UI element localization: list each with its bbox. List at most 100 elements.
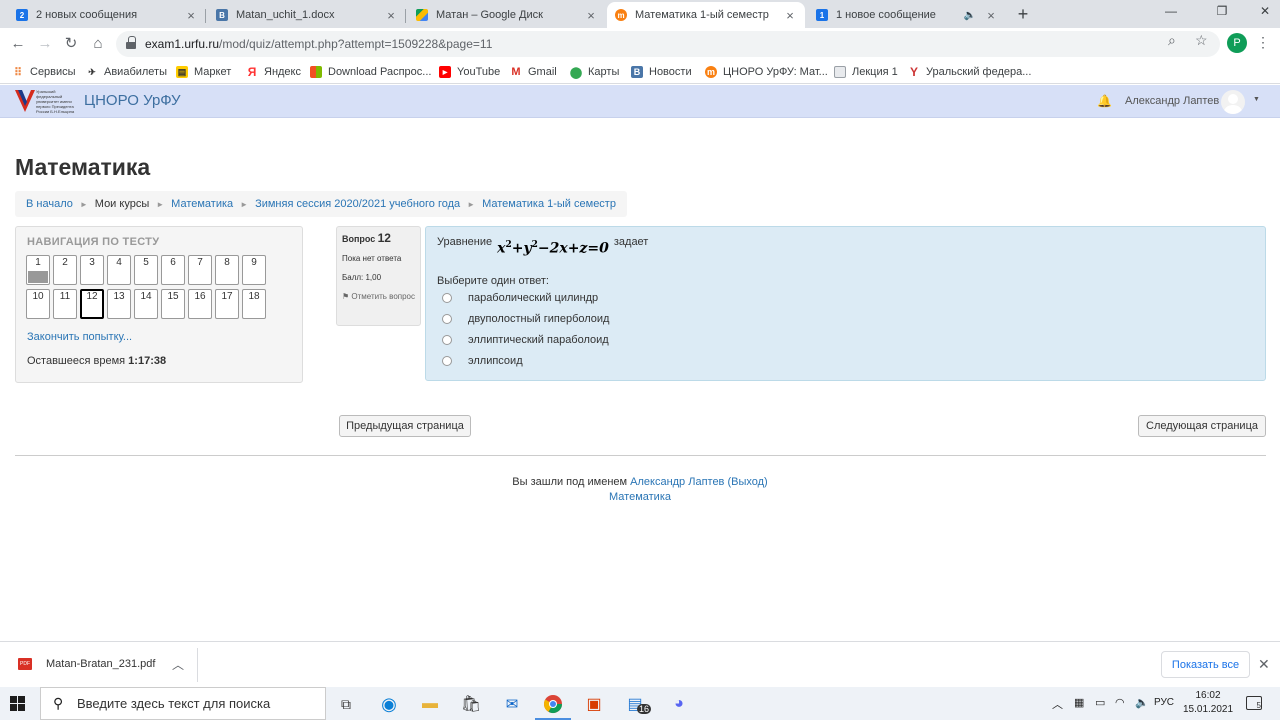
bookmark-download[interactable]: Download Распрос... (310, 64, 431, 80)
breadcrumb-course[interactable]: Математика 1-ый семестр (482, 198, 616, 210)
menu-kebab-icon[interactable]: ⋮ (1256, 34, 1270, 51)
notification-bell-icon[interactable]: 🔔 (1097, 94, 1112, 108)
answer-option[interactable]: эллиптический параболоид (442, 332, 609, 348)
minimize-icon[interactable]: — (1161, 4, 1181, 18)
chevron-up-icon[interactable]: ︿ (172, 656, 184, 673)
lock-icon[interactable] (126, 36, 136, 49)
bookmark-yandex[interactable]: Я Яндекс (246, 64, 301, 80)
browser-tab-active[interactable]: m Математика 1-ый семестр × (607, 2, 805, 28)
radio-button[interactable] (442, 335, 452, 345)
show-all-downloads-button[interactable]: Показать все (1161, 651, 1250, 678)
breadcrumb-math[interactable]: Математика (171, 198, 233, 210)
wifi-icon[interactable]: ◠ (1115, 696, 1125, 709)
previous-page-button[interactable]: Предыдущая страница (339, 415, 471, 437)
bookmark-lecture[interactable]: Лекция 1 (834, 64, 898, 80)
new-tab-button[interactable]: + (1013, 4, 1033, 24)
address-bar[interactable]: exam1.urfu.ru/mod/quiz/attempt.php?attem… (116, 31, 1220, 57)
logout-link[interactable]: (Выход) (727, 476, 767, 488)
restore-icon[interactable]: ❐ (1212, 4, 1232, 18)
quiz-nav-button[interactable]: 14 (134, 289, 158, 319)
tray-chevron-icon[interactable]: ︿ (1052, 696, 1063, 712)
quiz-nav-button[interactable]: 7 (188, 255, 212, 285)
close-tab-icon[interactable]: × (984, 8, 998, 23)
bookmark-cnoro[interactable]: m ЦНОРО УрФУ: Мат... (705, 64, 828, 80)
quiz-nav-button[interactable]: 5 (134, 255, 158, 285)
browser-tab[interactable]: 1 1 новое сообщение 🔈 × (808, 2, 1006, 28)
radio-button[interactable] (442, 356, 452, 366)
close-tab-icon[interactable]: × (384, 8, 398, 23)
bookmark-youtube[interactable]: ▶ YouTube (439, 64, 500, 80)
close-tab-icon[interactable]: × (184, 8, 198, 23)
urfu-logo-icon[interactable] (15, 88, 35, 114)
bookmark-news[interactable]: В Новости (631, 64, 692, 80)
chevron-down-icon[interactable]: ▼ (1253, 96, 1260, 103)
quiz-nav-button[interactable]: 17 (215, 289, 239, 319)
next-page-button[interactable]: Следующая страница (1138, 415, 1266, 437)
footer-course-link[interactable]: Математика (609, 491, 671, 503)
breadcrumb-home[interactable]: В начало (26, 198, 73, 210)
zoom-icon[interactable]: ⌕ (1168, 32, 1176, 49)
quiz-nav-button[interactable]: 10 (26, 289, 50, 319)
quiz-nav-button[interactable]: 15 (161, 289, 185, 319)
back-arrow-icon[interactable]: ← (8, 34, 28, 54)
quiz-nav-button[interactable]: 2 (53, 255, 77, 285)
notification-center-icon[interactable]: 5 (1246, 696, 1262, 710)
quiz-nav-button[interactable]: 1 (26, 255, 50, 285)
office-icon[interactable]: ▣ (582, 692, 606, 716)
radio-button[interactable] (442, 293, 452, 303)
battery-icon[interactable]: ▭ (1095, 696, 1105, 709)
quiz-nav-button-current[interactable]: 12 (80, 289, 104, 319)
home-icon[interactable]: ⌂ (88, 34, 108, 54)
quiz-nav-button[interactable]: 4 (107, 255, 131, 285)
taskbar-clock[interactable]: 16:02 15.01.2021 (1183, 689, 1233, 717)
radio-button[interactable] (442, 314, 452, 324)
browser-tab[interactable]: 2 2 новых сообщения × (8, 2, 206, 28)
bookmark-maps[interactable]: ⬤ Карты (570, 64, 620, 80)
answer-option[interactable]: эллипсоид (442, 353, 523, 369)
user-name[interactable]: Александр Лаптев (1125, 95, 1219, 107)
taskbar-search-input[interactable]: ⚲ Введите здесь текст для поиска (40, 687, 326, 720)
reload-icon[interactable]: ↻ (61, 34, 81, 54)
bookmark-star-icon[interactable]: ☆ (1195, 32, 1208, 49)
quiz-nav-button[interactable]: 13 (107, 289, 131, 319)
download-item[interactable]: PDF Matan-Bratan_231.pdf (12, 650, 155, 678)
quiz-nav-button[interactable]: 3 (80, 255, 104, 285)
answer-option[interactable]: двуполостный гиперболоид (442, 311, 609, 327)
chrome-icon[interactable] (541, 692, 565, 716)
file-explorer-icon[interactable]: ▬ (418, 692, 442, 716)
store-icon[interactable]: 🛍 (459, 692, 483, 716)
bookmark-flights[interactable]: ✈ Авиабилеты (86, 64, 167, 80)
footer-user-link[interactable]: Александр Лаптев (630, 476, 724, 488)
quiz-nav-button[interactable]: 8 (215, 255, 239, 285)
input-language[interactable]: РУС (1154, 697, 1174, 708)
profile-avatar[interactable]: P (1227, 33, 1247, 53)
answer-option[interactable]: параболический цилиндр (442, 290, 598, 306)
forward-arrow-icon[interactable]: → (35, 34, 55, 54)
quiz-nav-button[interactable]: 11 (53, 289, 77, 319)
bookmark-gmail[interactable]: M Gmail (510, 64, 556, 80)
quiz-nav-button[interactable]: 18 (242, 289, 266, 319)
quiz-nav-button[interactable]: 6 (161, 255, 185, 285)
discord-icon[interactable]: ◕ (667, 692, 691, 716)
tray-app-icon[interactable]: ▦ (1074, 696, 1084, 709)
mail-icon[interactable]: ✉ (500, 692, 524, 716)
bookmark-services[interactable]: ⠿ Сервисы (12, 64, 76, 80)
bookmark-urfu[interactable]: Y Уральский федера... (908, 64, 1031, 80)
close-tab-icon[interactable]: × (783, 8, 797, 23)
volume-icon[interactable]: 🔈 (1135, 696, 1149, 709)
finish-attempt-link[interactable]: Закончить попытку... (27, 331, 132, 343)
user-avatar[interactable] (1221, 90, 1245, 114)
quiz-nav-button[interactable]: 16 (188, 289, 212, 319)
browser-tab[interactable]: Матан – Google Диск × (408, 2, 606, 28)
windows-start-icon[interactable] (10, 696, 25, 711)
close-download-bar-icon[interactable]: ✕ (1258, 656, 1270, 673)
documents-icon[interactable]: ▤ 16 (623, 692, 652, 716)
browser-tab[interactable]: В Matan_uchit_1.docx × (208, 2, 406, 28)
site-name[interactable]: ЦНОРО УрФУ (84, 92, 181, 109)
bookmark-market[interactable]: ▤ Маркет (176, 64, 231, 80)
close-tab-icon[interactable]: × (584, 8, 598, 23)
close-window-icon[interactable]: ✕ (1255, 4, 1275, 18)
quiz-nav-button[interactable]: 9 (242, 255, 266, 285)
edge-icon[interactable]: ◉ (377, 692, 401, 716)
task-view-icon[interactable]: ⧉ (334, 692, 358, 716)
